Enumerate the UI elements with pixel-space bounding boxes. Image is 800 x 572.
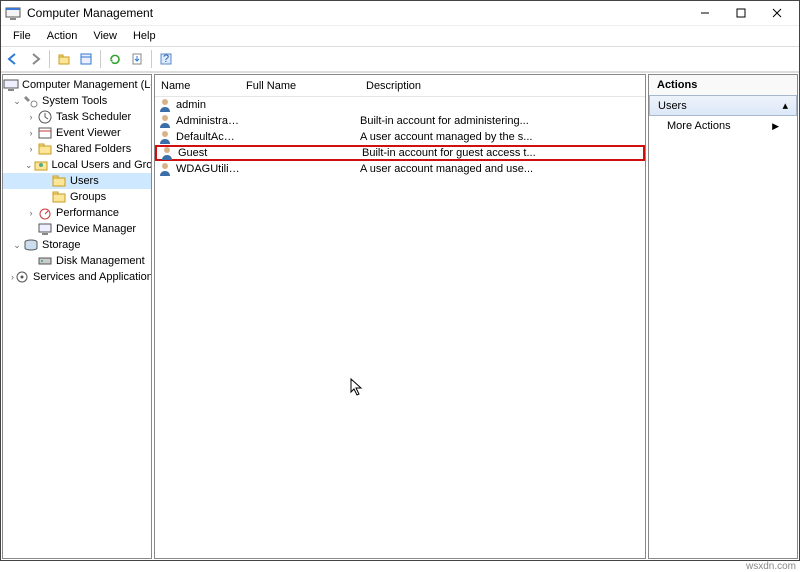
- maximize-button[interactable]: [723, 3, 759, 23]
- toolbar: ?: [1, 46, 799, 72]
- tree-system-tools[interactable]: ⌄ System Tools: [3, 93, 151, 109]
- back-button[interactable]: [3, 49, 23, 69]
- folder-icon: [51, 189, 67, 205]
- col-name[interactable]: Name: [155, 80, 240, 92]
- collapse-icon: ▴: [782, 99, 788, 112]
- list-body: admin Administrator Built-in account for…: [155, 97, 645, 177]
- device-manager-icon: [37, 221, 53, 237]
- expand-icon[interactable]: ›: [25, 112, 37, 122]
- tree-disk-management[interactable]: Disk Management: [3, 253, 151, 269]
- collapse-icon[interactable]: ⌄: [11, 96, 23, 107]
- folder-icon: [51, 173, 67, 189]
- user-row-admin[interactable]: admin: [155, 97, 645, 113]
- menu-action[interactable]: Action: [39, 28, 86, 44]
- actions-section[interactable]: Users ▴: [649, 95, 797, 116]
- user-row-guest[interactable]: Guest Built-in account for guest access …: [155, 145, 645, 161]
- list-pane[interactable]: Name Full Name Description admin Adminis…: [154, 74, 646, 559]
- help-button[interactable]: ?: [156, 49, 176, 69]
- collapse-icon[interactable]: ⌄: [25, 160, 33, 171]
- computer-icon: [3, 77, 19, 93]
- users-groups-icon: [33, 157, 49, 173]
- tree-performance[interactable]: › Performance: [3, 205, 151, 221]
- event-viewer-icon: [37, 125, 53, 141]
- scheduler-icon: [37, 109, 53, 125]
- user-row-wdagutility[interactable]: WDAGUtility... A user account managed an…: [155, 161, 645, 177]
- refresh-button[interactable]: [105, 49, 125, 69]
- window-title: Computer Management: [27, 6, 687, 20]
- services-icon: [14, 269, 30, 285]
- computer-management-window: Computer Management File Action View Hel…: [0, 0, 800, 561]
- menu-view[interactable]: View: [85, 28, 125, 44]
- tree-root[interactable]: Computer Management (Local: [3, 77, 151, 93]
- titlebar: Computer Management: [1, 1, 799, 26]
- tree-device-manager[interactable]: Device Manager: [3, 221, 151, 237]
- menubar: File Action View Help: [1, 26, 799, 46]
- tree-groups[interactable]: Groups: [3, 189, 151, 205]
- user-icon: [157, 113, 173, 129]
- disk-icon: [37, 253, 53, 269]
- tree-pane[interactable]: Computer Management (Local ⌄ System Tool…: [2, 74, 152, 559]
- actions-pane: Actions Users ▴ More Actions ▶: [648, 74, 798, 559]
- export-button[interactable]: [127, 49, 147, 69]
- user-row-administrator[interactable]: Administrator Built-in account for admin…: [155, 113, 645, 129]
- forward-button[interactable]: [25, 49, 45, 69]
- actions-more[interactable]: More Actions ▶: [649, 116, 797, 136]
- separator: [151, 50, 152, 68]
- user-icon: [157, 161, 173, 177]
- tree-users[interactable]: Users: [3, 173, 151, 189]
- footer-watermark: wsxdn.com: [746, 561, 796, 572]
- collapse-icon[interactable]: ⌄: [11, 240, 23, 251]
- separator: [49, 50, 50, 68]
- shared-folder-icon: [37, 141, 53, 157]
- properties-button[interactable]: [76, 49, 96, 69]
- expand-icon[interactable]: ›: [25, 144, 37, 154]
- up-button[interactable]: [54, 49, 74, 69]
- tree-storage[interactable]: ⌄ Storage: [3, 237, 151, 253]
- user-icon: [157, 97, 173, 113]
- list-header: Name Full Name Description: [155, 75, 645, 97]
- expand-icon[interactable]: ›: [25, 208, 37, 218]
- tree-task-scheduler[interactable]: › Task Scheduler: [3, 109, 151, 125]
- user-icon: [159, 145, 175, 161]
- expand-icon[interactable]: ›: [25, 128, 37, 138]
- svg-text:?: ?: [163, 53, 169, 65]
- content-area: Computer Management (Local ⌄ System Tool…: [1, 72, 799, 560]
- menu-help[interactable]: Help: [125, 28, 164, 44]
- tree-shared-folders[interactable]: › Shared Folders: [3, 141, 151, 157]
- separator: [100, 50, 101, 68]
- chevron-right-icon: ▶: [772, 121, 779, 132]
- storage-icon: [23, 237, 39, 253]
- col-full-name[interactable]: Full Name: [240, 80, 360, 92]
- menu-file[interactable]: File: [5, 28, 39, 44]
- minimize-button[interactable]: [687, 3, 723, 23]
- tree-local-users-groups[interactable]: ⌄ Local Users and Groups: [3, 157, 151, 173]
- app-icon: [5, 5, 21, 21]
- user-row-defaultaccount[interactable]: DefaultAcco... A user account managed by…: [155, 129, 645, 145]
- performance-icon: [37, 205, 53, 221]
- tree-services-apps[interactable]: › Services and Applications: [3, 269, 151, 285]
- tools-icon: [23, 93, 39, 109]
- tree-event-viewer[interactable]: › Event Viewer: [3, 125, 151, 141]
- actions-header: Actions: [649, 75, 797, 95]
- user-icon: [157, 129, 173, 145]
- close-button[interactable]: [759, 3, 795, 23]
- col-description[interactable]: Description: [360, 80, 645, 92]
